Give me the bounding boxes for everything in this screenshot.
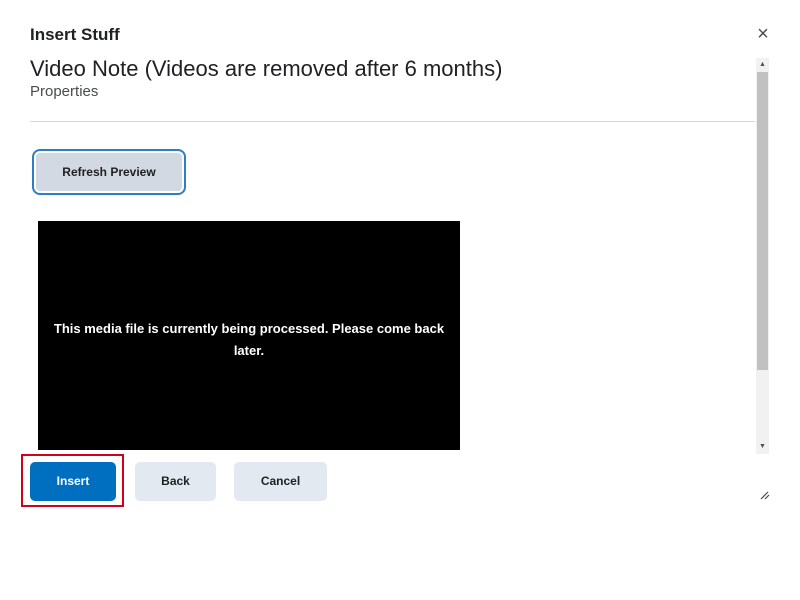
resize-grip-icon[interactable] — [758, 487, 770, 500]
media-processing-message: This media file is currently being proce… — [53, 321, 445, 358]
dialog-title: Insert Stuff — [30, 25, 120, 44]
content-body: Video Note (Videos are removed after 6 m… — [30, 56, 755, 456]
refresh-preview-button[interactable]: Refresh Preview — [32, 149, 186, 195]
scroll-up-arrow-icon[interactable]: ▲ — [756, 58, 769, 72]
page-heading: Video Note (Videos are removed after 6 m… — [30, 56, 503, 81]
insert-highlight-box — [21, 454, 124, 507]
header-divider — [30, 121, 755, 122]
content-scrollbar[interactable]: ▲ ▼ — [756, 58, 769, 454]
page-subheading: Properties — [30, 83, 99, 100]
media-preview: This media file is currently being proce… — [38, 221, 460, 450]
close-icon[interactable]: × — [752, 22, 774, 46]
content-frame: Video Note (Videos are removed after 6 m… — [30, 56, 770, 456]
scroll-down-arrow-icon[interactable]: ▼ — [756, 440, 769, 454]
cancel-button[interactable]: Cancel — [234, 462, 327, 501]
scroll-thumb[interactable] — [757, 72, 768, 370]
insert-stuff-dialog: Insert Stuff × Video Note (Videos are re… — [0, 0, 800, 600]
back-button[interactable]: Back — [135, 462, 216, 501]
